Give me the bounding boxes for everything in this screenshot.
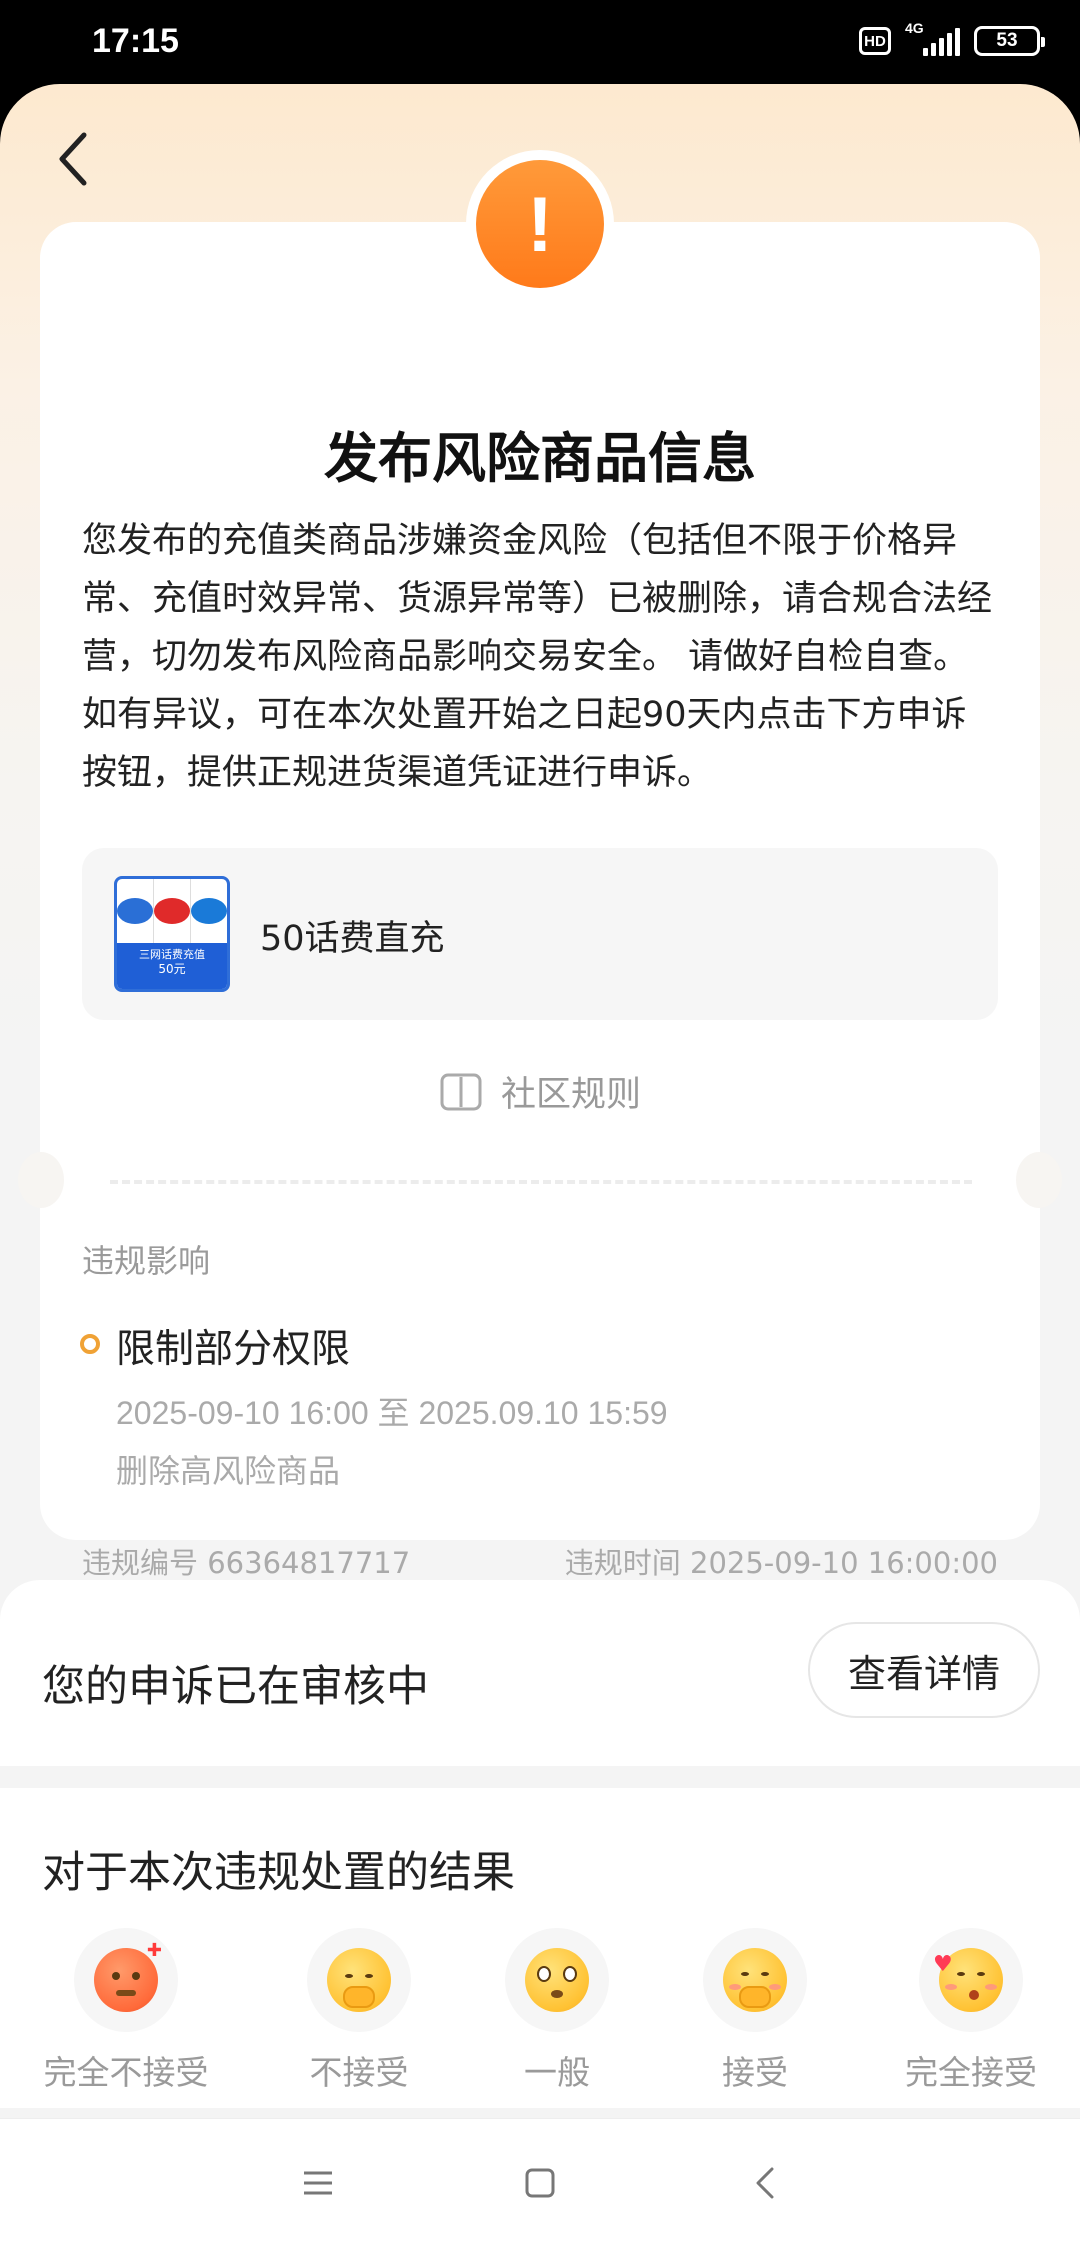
feedback-option-totally-reject[interactable]: ✚ 完全不接受 — [26, 1928, 226, 2094]
back-button[interactable] — [44, 114, 104, 204]
feedback-option-totally-accept[interactable]: ♥ 完全接受 — [871, 1928, 1071, 2094]
product-thumbnail: 三网话费充值 50元 — [114, 876, 230, 992]
menu-icon — [304, 2171, 332, 2195]
book-icon — [440, 1073, 482, 1110]
unamused-face-icon — [327, 1948, 391, 2012]
angry-face-icon: ✚ — [94, 1942, 162, 2012]
ticket-notch — [1016, 1152, 1062, 1208]
impact-time-range: 2025-09-10 16:00 至 2025.09.10 15:59 — [116, 1395, 668, 1431]
violation-time: 违规时间 2025-09-10 16:00:00 — [564, 1546, 998, 1580]
ticket-notch — [18, 1152, 64, 1208]
alert-badge: ! — [466, 150, 614, 298]
back-triangle-icon — [756, 2167, 774, 2199]
neutral-face-icon — [525, 1948, 589, 2012]
product-name: 50话费直充 — [260, 919, 445, 959]
system-nav-bar — [0, 2118, 1080, 2244]
feedback-card: 对于本次违规处置的结果 ✚ 完全不接受 不接受 一般 接受 ♥ 完全接受 — [0, 1788, 1080, 2108]
impact-title: 限制部分权限 — [116, 1327, 351, 1372]
feedback-option-label: 不接受 — [309, 2053, 409, 2092]
carrier-logo-icon — [154, 898, 190, 924]
divider — [110, 1180, 972, 1184]
home-button[interactable] — [510, 2153, 570, 2213]
view-details-button[interactable]: 查看详情 — [808, 1622, 1040, 1718]
feedback-option-label: 接受 — [722, 2053, 788, 2092]
exclamation-icon: ! — [476, 160, 604, 288]
network-type: 4G — [905, 20, 924, 36]
notice-description: 您发布的充值类商品涉嫌资金风险（包括但不限于价格异常、充值时效异常、货源异常等）… — [82, 521, 993, 793]
community-rules-link[interactable]: 社区规则 — [0, 1066, 1080, 1117]
feedback-option-label: 一般 — [524, 2053, 590, 2092]
shy-face-icon — [723, 1948, 787, 2012]
product-item[interactable]: 三网话费充值 50元 50话费直充 — [82, 848, 998, 1020]
square-icon — [525, 2168, 555, 2198]
carrier-logo-icon — [191, 898, 227, 924]
status-icons: HD 4G 53 — [859, 20, 1045, 56]
impact-section-label: 违规影响 — [82, 1242, 211, 1280]
chevron-left-icon — [59, 132, 87, 186]
feedback-option-label: 完全接受 — [905, 2053, 1037, 2092]
menu-button[interactable] — [288, 2153, 348, 2213]
appeal-status-card: 您的申诉已在审核中 查看详情 — [0, 1580, 1080, 1766]
battery-icon: 53 — [974, 26, 1045, 56]
hd-icon: HD — [859, 27, 891, 55]
thumb-banner-text: 三网话费充值 — [139, 948, 205, 961]
feedback-option-reject[interactable]: 不接受 — [259, 1928, 459, 2094]
rules-link-label: 社区规则 — [500, 1075, 641, 1115]
violation-id: 违规编号 66364817717 — [82, 1546, 411, 1580]
carrier-logo-icon — [117, 898, 153, 924]
notice-title: 发布风险商品信息 — [324, 427, 756, 490]
impact-action: 删除高风险商品 — [116, 1452, 341, 1490]
system-back-button[interactable] — [736, 2153, 796, 2213]
kissing-face-icon: ♥ — [933, 1948, 1003, 2012]
app-screen: ! 发布风险商品信息 您发布的充值类商品涉嫌资金风险（包括但不限于价格异常、充值… — [0, 84, 1080, 2244]
feedback-title: 对于本次违规处置的结果 — [42, 1848, 515, 1898]
feedback-option-accept[interactable]: 接受 — [655, 1928, 855, 2094]
thumb-banner: 三网话费充值 50元 — [117, 943, 227, 989]
appeal-status-text: 您的申诉已在审核中 — [42, 1662, 429, 1712]
status-bar: 17:15 HD 4G 53 — [0, 0, 1080, 86]
status-time: 17:15 — [92, 22, 179, 60]
feedback-option-neutral[interactable]: 一般 — [457, 1928, 657, 2094]
feedback-option-label: 完全不接受 — [43, 2053, 209, 2092]
timeline-dot-icon — [80, 1334, 100, 1354]
thumb-amount: 50元 — [158, 962, 186, 976]
signal-icon: 4G — [905, 20, 960, 56]
